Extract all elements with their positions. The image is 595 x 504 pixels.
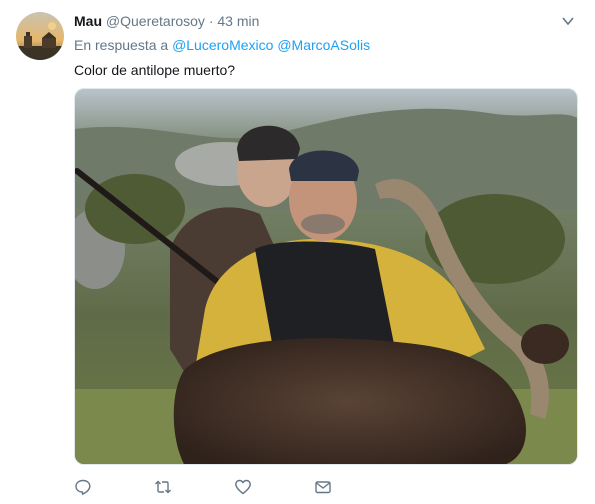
reply-icon[interactable] <box>74 478 94 498</box>
envelope-icon[interactable] <box>314 478 334 498</box>
user-handle[interactable]: @Queretarosoy <box>106 13 205 29</box>
avatar[interactable] <box>16 12 64 60</box>
reply-context: En respuesta a @LuceroMexico @MarcoASoli… <box>74 35 370 55</box>
heart-icon[interactable] <box>234 478 254 498</box>
tweet-header: Mau @Queretarosoy · 43 min <box>74 11 565 31</box>
tweet-actions <box>74 478 494 500</box>
tweet[interactable]: Mau @Queretarosoy · 43 min En respuesta … <box>0 0 595 504</box>
retweet-icon[interactable] <box>154 478 174 498</box>
reply-prefix: En respuesta a <box>74 37 169 53</box>
timestamp[interactable]: 43 min <box>217 13 259 29</box>
mention-link[interactable]: @MarcoASolis <box>277 37 370 53</box>
chevron-down-icon[interactable] <box>561 14 575 28</box>
mention-link[interactable]: @LuceroMexico <box>172 37 273 53</box>
tweet-photo[interactable] <box>74 88 578 465</box>
separator-dot: · <box>208 13 214 29</box>
tweet-text: Color de antilope muerto? <box>74 62 236 78</box>
display-name[interactable]: Mau <box>74 13 102 29</box>
photo-image <box>75 89 577 464</box>
